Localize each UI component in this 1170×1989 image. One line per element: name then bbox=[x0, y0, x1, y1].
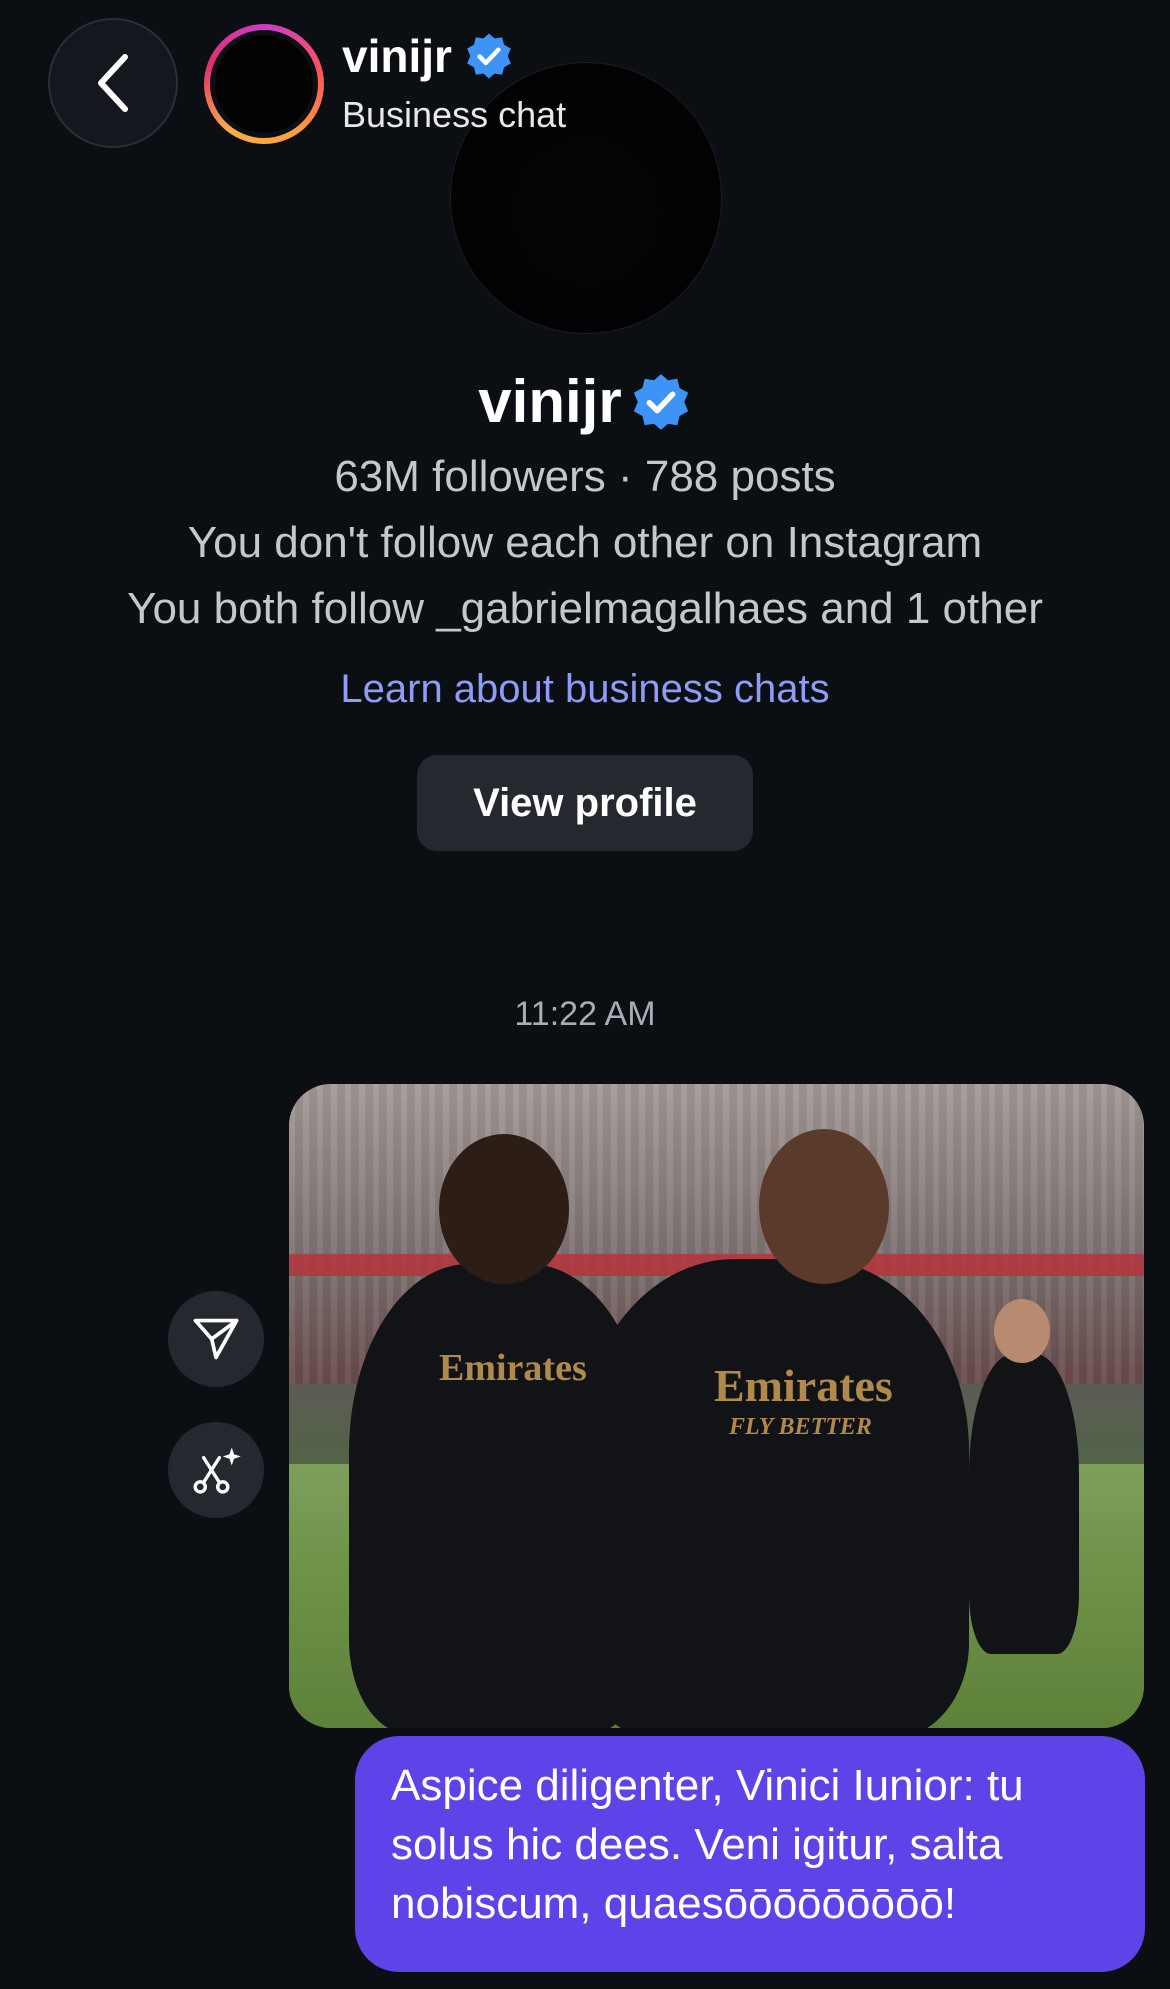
mutual-followers: You both follow _gabrielmagalhaes and 1 … bbox=[127, 584, 1043, 633]
message-timestamp: 11:22 AM bbox=[514, 995, 656, 1033]
back-button[interactable] bbox=[48, 18, 178, 148]
verified-badge-icon bbox=[467, 33, 511, 79]
jersey-sponsor-right: Emirates bbox=[714, 1360, 893, 1411]
jersey-sponsor-left: Emirates bbox=[439, 1347, 587, 1389]
header-subtitle: Business chat bbox=[342, 94, 567, 135]
profile-name: vinijr bbox=[0, 366, 1170, 438]
chevron-left-icon bbox=[98, 54, 128, 112]
message-bubble[interactable]: Aspice diligenter, Vinici Iunior: tu sol… bbox=[355, 1736, 1145, 1972]
follow-status: You don't follow each other on Instagram bbox=[187, 518, 983, 567]
profile-stats: 63M followers · 788 posts bbox=[334, 452, 836, 501]
jersey-slogan: FLY BETTER bbox=[729, 1414, 872, 1440]
header-username: vinijr bbox=[342, 30, 452, 82]
shared-photo[interactable]: Emirates Emirates FLY BETTER bbox=[289, 1084, 1144, 1728]
share-button[interactable] bbox=[168, 1291, 264, 1387]
ai-edit-icon bbox=[193, 1447, 241, 1494]
paper-plane-icon bbox=[193, 1318, 239, 1360]
header-avatar[interactable] bbox=[204, 24, 324, 144]
learn-business-chats-link[interactable]: Learn about business chats bbox=[0, 664, 1170, 714]
view-profile-button[interactable]: View profile bbox=[417, 755, 753, 851]
header-title[interactable]: vinijr bbox=[342, 28, 514, 84]
message-text: Aspice diligenter, Vinici Iunior: tu sol… bbox=[391, 1761, 1024, 1928]
right-player bbox=[579, 1259, 969, 1728]
profile-username: vinijr bbox=[478, 368, 622, 435]
background-player bbox=[969, 1354, 1079, 1654]
verified-badge-icon bbox=[633, 374, 688, 430]
ai-edit-button[interactable] bbox=[168, 1422, 264, 1518]
